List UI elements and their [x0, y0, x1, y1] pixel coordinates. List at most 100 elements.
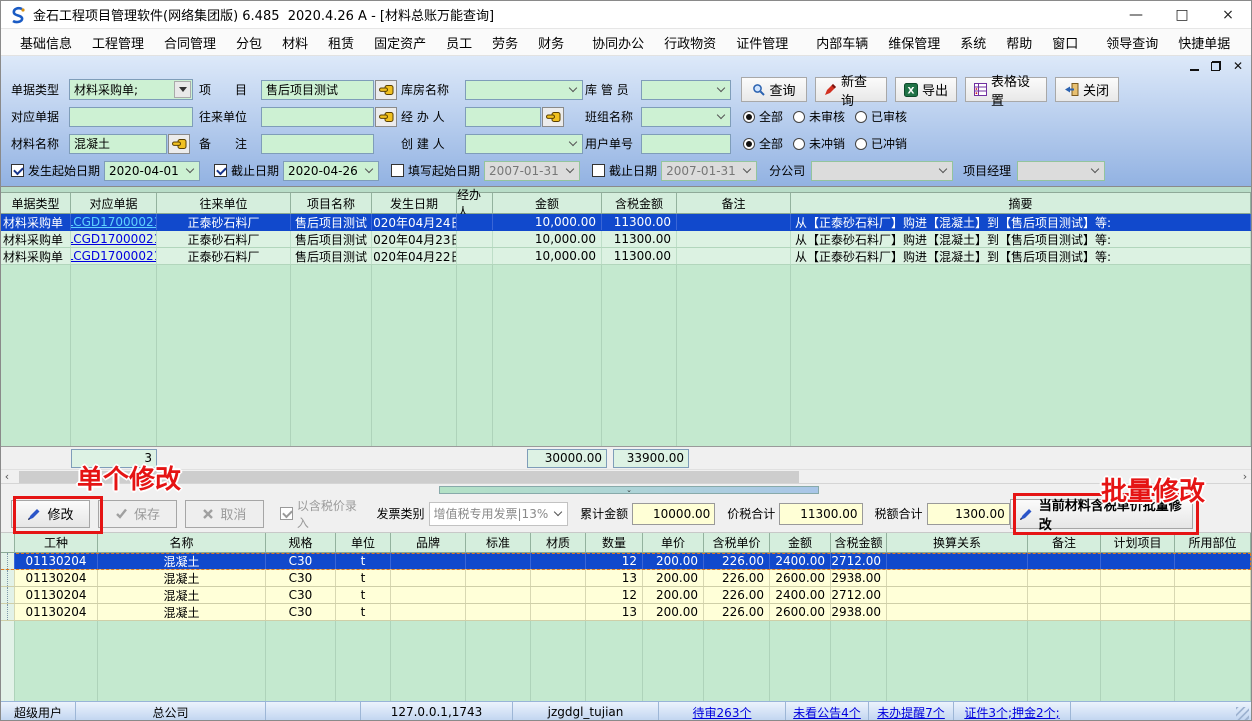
bill-type-select[interactable]: 材料采购单; [69, 79, 193, 100]
doc-link[interactable]: CLCGD170000214 [71, 232, 157, 246]
col-header-amount[interactable]: 金额 [770, 533, 831, 552]
counterpart-input[interactable] [261, 107, 374, 127]
project-input[interactable]: 售后项目测试 [261, 80, 374, 100]
fill-start-date[interactable]: 2007-01-31 [484, 161, 580, 181]
col-header-material[interactable]: 材质 [531, 533, 586, 552]
menu-item-basic-info[interactable]: 基础信息 [10, 30, 82, 55]
menu-item-contract-mgmt[interactable]: 合同管理 [154, 30, 226, 55]
team-select[interactable] [641, 107, 731, 127]
table-row[interactable]: 01130204 混凝土 C30 t 12 200.00 226.00 2400… [1, 553, 1251, 570]
warehouse-keeper-select[interactable] [641, 80, 731, 100]
creator-select[interactable] [465, 134, 583, 154]
menu-item-fixed-assets[interactable]: 固定资产 [364, 30, 436, 55]
chevron-down-icon[interactable] [174, 81, 191, 98]
new-query-button[interactable]: 新查询 [815, 77, 887, 102]
col-header-conversion[interactable]: 换算关系 [887, 533, 1028, 552]
table-row[interactable]: 01130204 混凝土 C30 t 12 200.00 226.00 2400… [1, 587, 1251, 604]
col-header-tax-amount[interactable]: 含税金额 [602, 193, 677, 213]
close-query-button[interactable]: 关闭 [1055, 77, 1119, 102]
audit-radio-all[interactable] [743, 111, 755, 123]
counterpart-picker-button[interactable] [375, 107, 397, 127]
todo-reminders-link[interactable]: 未办提醒7个 [877, 704, 945, 721]
material-name-input[interactable]: 混凝土 [69, 134, 167, 154]
project-picker-button[interactable] [375, 80, 397, 100]
grid-settings-button[interactable]: 表格设置 [965, 77, 1047, 102]
menu-item-material[interactable]: 材料 [272, 30, 318, 55]
audit-radio-unaudited[interactable] [793, 111, 805, 123]
fill-start-checkbox[interactable] [391, 164, 404, 177]
scroll-left-icon[interactable]: ‹ [1, 471, 13, 483]
menu-item-internal-vehicles[interactable]: 内部车辆 [806, 30, 878, 55]
fill-end-checkbox[interactable] [592, 164, 605, 177]
cancel-button[interactable]: 取消 [185, 500, 264, 528]
menu-item-finance[interactable]: 财务 [528, 30, 574, 55]
menu-item-collab-office[interactable]: 协同办公 [582, 30, 654, 55]
warehouse-select[interactable] [465, 80, 583, 100]
handler-input[interactable] [465, 107, 541, 127]
minimize-button[interactable]: — [1113, 1, 1159, 28]
table-row[interactable]: 材料采购单 CLCGD170000214 正泰砂石料厂 售后项目测试 2020年… [1, 231, 1251, 248]
menu-item-certificate-mgmt[interactable]: 证件管理 [726, 30, 798, 55]
menu-item-quick-bills[interactable]: 快捷单据 [1168, 30, 1240, 55]
corresponding-bill-input[interactable] [69, 107, 193, 127]
occur-start-checkbox[interactable] [11, 164, 24, 177]
resize-grip-icon[interactable] [1236, 707, 1249, 720]
material-picker-button[interactable] [168, 134, 190, 154]
col-header-bill-type[interactable]: 单据类型 [1, 193, 71, 213]
col-header-brand[interactable]: 品牌 [391, 533, 466, 552]
menu-item-maintenance[interactable]: 维保管理 [878, 30, 950, 55]
menu-item-admin-supplies[interactable]: 行政物资 [654, 30, 726, 55]
writeoff-radio-done[interactable] [855, 138, 867, 150]
table-row[interactable]: 01130204 混凝土 C30 t 13 200.00 226.00 2600… [1, 570, 1251, 587]
menu-item-lease[interactable]: 租赁 [318, 30, 364, 55]
remark-input[interactable] [261, 134, 374, 154]
col-header-amount[interactable]: 金额 [493, 193, 602, 213]
menu-item-help[interactable]: 帮助 [996, 30, 1042, 55]
handler-picker-button[interactable] [542, 107, 564, 127]
project-manager-select[interactable] [1017, 161, 1105, 181]
close-button[interactable]: × [1205, 1, 1251, 28]
menu-item-project-mgmt[interactable]: 工程管理 [82, 30, 154, 55]
col-header-date[interactable]: 发生日期 [372, 193, 457, 213]
col-header-spec[interactable]: 规格 [266, 533, 336, 552]
save-button[interactable]: 保存 [98, 500, 177, 528]
maximize-button[interactable]: □ [1159, 1, 1205, 28]
pending-review-link[interactable]: 待审263个 [693, 704, 752, 721]
writeoff-radio-all[interactable] [743, 138, 755, 150]
col-header-unit[interactable]: 单位 [336, 533, 391, 552]
col-header-vendor[interactable]: 往来单位 [157, 193, 291, 213]
unread-notices-link[interactable]: 未看公告4个 [793, 704, 861, 721]
splitter-collapse-handle[interactable]: ⌄ [439, 486, 819, 494]
occur-end-date[interactable]: 2020-04-26 [283, 161, 379, 181]
horizontal-scrollbar[interactable]: ‹ › [1, 469, 1251, 483]
col-header-work-type[interactable]: 工种 [15, 533, 98, 552]
menu-item-subcontract[interactable]: 分包 [226, 30, 272, 55]
col-header-remark[interactable]: 备注 [677, 193, 791, 213]
menu-item-labor[interactable]: 劳务 [482, 30, 528, 55]
branch-select[interactable] [811, 161, 953, 181]
table-row[interactable]: 01130204 混凝土 C30 t 13 200.00 226.00 2600… [1, 604, 1251, 621]
audit-radio-audited[interactable] [855, 111, 867, 123]
tax-price-entry-checkbox[interactable] [280, 507, 293, 520]
occur-start-date[interactable]: 2020-04-01 [104, 161, 200, 181]
col-header-project[interactable]: 项目名称 [291, 193, 372, 213]
doc-link[interactable]: CLCGD170000215 [71, 249, 157, 263]
menu-item-system[interactable]: 系统 [950, 30, 996, 55]
mdi-restore-icon[interactable] [1211, 61, 1221, 71]
col-header-doc[interactable]: 对应单据 [71, 193, 157, 213]
fill-end-date[interactable]: 2007-01-31 [661, 161, 757, 181]
col-header-tax-amount[interactable]: 含税金额 [831, 533, 887, 552]
menu-item-reconnect[interactable]: 重连网络 [1240, 30, 1252, 55]
col-header-handler[interactable]: 经办人 [457, 193, 493, 213]
menu-item-leader-query[interactable]: 领导查询 [1096, 30, 1168, 55]
query-button[interactable]: 查询 [741, 77, 807, 102]
occur-end-checkbox[interactable] [214, 164, 227, 177]
col-header-summary[interactable]: 摘要 [791, 193, 1251, 213]
mdi-close-icon[interactable]: ✕ [1233, 61, 1243, 71]
menu-item-employee[interactable]: 员工 [436, 30, 482, 55]
invoice-type-select[interactable]: 增值税专用发票|13% [429, 502, 569, 526]
mdi-minimize-icon[interactable] [1190, 62, 1199, 71]
table-row[interactable]: 材料采购单 CLCGD170000213 正泰砂石料厂 售后项目测试 2020年… [1, 214, 1251, 231]
col-header-name[interactable]: 名称 [98, 533, 266, 552]
doc-link[interactable]: CLCGD170000213 [71, 215, 157, 229]
